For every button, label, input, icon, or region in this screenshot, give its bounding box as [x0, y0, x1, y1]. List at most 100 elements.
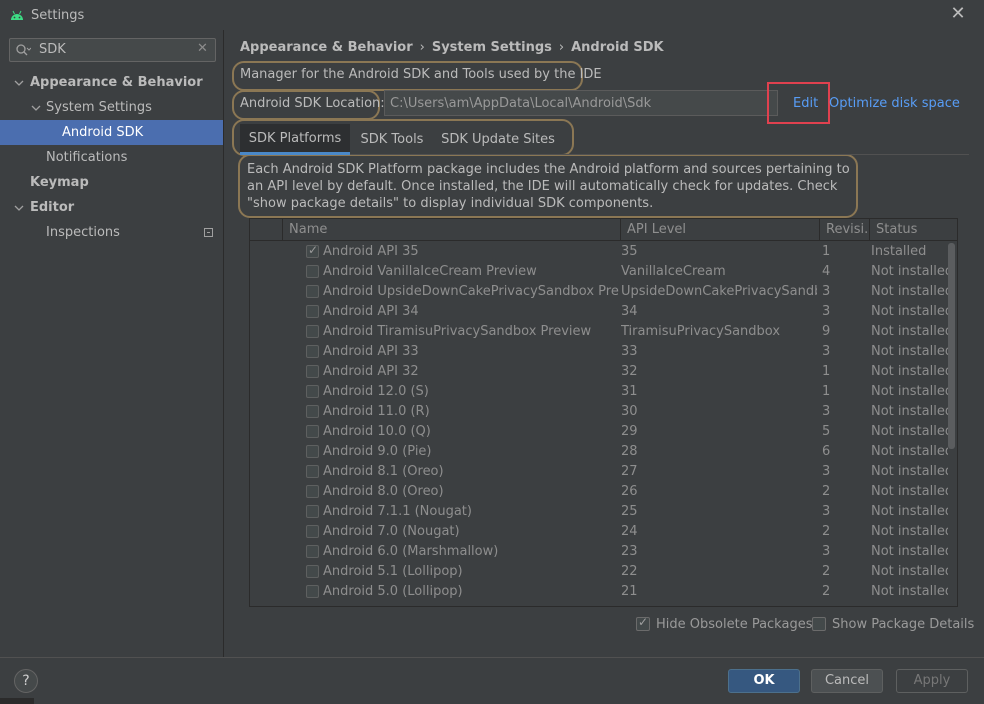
table-row[interactable]: Android 7.0 (Nougat) 24 2 Not installed	[250, 522, 950, 542]
table-row[interactable]: Android 8.0 (Oreo) 26 2 Not installed	[250, 482, 950, 502]
tree-item-system-settings[interactable]: System Settings	[0, 95, 223, 120]
row-checkbox[interactable]	[306, 485, 319, 498]
cell-api-level: 34	[621, 304, 638, 319]
tree-item-android-sdk[interactable]: Android SDK	[0, 120, 223, 145]
table-row[interactable]: Android API 32 32 1 Not installed	[250, 362, 950, 382]
cell-status: Not installed	[871, 284, 949, 299]
row-checkbox[interactable]	[306, 325, 319, 338]
dialog-footer: ? OK Cancel Apply	[0, 657, 984, 704]
cell-revision: 5	[822, 424, 831, 439]
optimize-disk-space-link[interactable]: Optimize disk space	[829, 96, 960, 111]
tree-item-label: Android SDK	[62, 125, 144, 140]
row-checkbox[interactable]	[306, 385, 319, 398]
cell-revision: 2	[822, 564, 831, 579]
table-row[interactable]: Android API 33 33 3 Not installed	[250, 342, 950, 362]
table-row[interactable]: Android 10.0 (Q) 29 5 Not installed	[250, 422, 950, 442]
row-checkbox[interactable]	[306, 405, 319, 418]
tree-item-label: Inspections	[46, 225, 120, 240]
cell-status: Not installed	[871, 404, 949, 419]
table-row[interactable]: Android 5.1 (Lollipop) 22 2 Not installed	[250, 562, 950, 582]
search-field[interactable]: SDK ✕	[9, 38, 216, 62]
table-row[interactable]: Android 8.1 (Oreo) 27 3 Not installed	[250, 462, 950, 482]
cell-name: Android 8.1 (Oreo)	[323, 464, 444, 479]
ok-button[interactable]: OK	[728, 669, 800, 693]
tab-sdk-update-sites[interactable]: SDK Update Sites	[438, 124, 558, 155]
clear-search-icon[interactable]: ✕	[197, 42, 209, 56]
row-checkbox[interactable]	[306, 365, 319, 378]
cell-api-level: 33	[621, 344, 638, 359]
cell-revision: 2	[822, 484, 831, 499]
table-row[interactable]: Android 9.0 (Pie) 28 6 Not installed	[250, 442, 950, 462]
table-row[interactable]: Android API 34 34 3 Not installed	[250, 302, 950, 322]
cell-name: Android 6.0 (Marshmallow)	[323, 544, 499, 559]
row-checkbox[interactable]	[306, 465, 319, 478]
show-package-details-label[interactable]: Show Package Details	[832, 617, 974, 632]
row-checkbox[interactable]	[306, 525, 319, 538]
row-checkbox[interactable]	[306, 285, 319, 298]
chevron-down-icon[interactable]	[31, 103, 41, 113]
table-row[interactable]: Android TiramisuPrivacySandbox Preview Ti…	[250, 322, 950, 342]
cell-status: Not installed	[871, 384, 949, 399]
row-checkbox[interactable]	[306, 545, 319, 558]
tree-item-keymap[interactable]: Keymap	[0, 170, 223, 195]
row-checkbox[interactable]	[306, 243, 319, 258]
cell-name: Android 12.0 (S)	[323, 384, 429, 399]
apply-button[interactable]: Apply	[896, 669, 968, 693]
tab-sdk-tools[interactable]: SDK Tools	[352, 124, 432, 155]
close-icon[interactable]: ✕	[950, 5, 966, 23]
cell-api-level: VanillaIceCream	[621, 264, 726, 279]
row-checkbox[interactable]	[306, 565, 319, 578]
tab-sdk-platforms[interactable]: SDK Platforms	[240, 124, 350, 155]
scrollbar-thumb[interactable]	[948, 243, 955, 449]
tree-item-notifications[interactable]: Notifications	[0, 145, 223, 170]
sdk-location-field[interactable]: C:\Users\am\AppData\Local\Android\Sdk	[384, 90, 778, 116]
cell-revision: 3	[822, 304, 831, 319]
cell-name: Android API 35	[323, 244, 419, 259]
cell-api-level: UpsideDownCakePrivacySandbox	[621, 284, 817, 299]
breadcrumb-item: Appearance & Behavior	[240, 39, 413, 55]
column-header-api-level[interactable]: API Level	[620, 219, 819, 241]
vertical-scrollbar[interactable]	[948, 241, 956, 606]
tree-item-inspections[interactable]: Inspections	[0, 220, 223, 245]
cell-name: Android 5.0 (Lollipop)	[323, 584, 463, 599]
cell-revision: 1	[822, 364, 831, 379]
column-header-name[interactable]: Name	[282, 219, 620, 241]
table-row[interactable]: Android 7.1.1 (Nougat) 25 3 Not installed	[250, 502, 950, 522]
hide-obsolete-label[interactable]: Hide Obsolete Packages	[656, 617, 812, 632]
cell-api-level: 32	[621, 364, 638, 379]
column-header-revision[interactable]: Revisi...	[819, 219, 869, 241]
edit-link[interactable]: Edit	[793, 96, 818, 111]
row-checkbox[interactable]	[306, 265, 319, 278]
row-checkbox[interactable]	[306, 505, 319, 518]
status-corner	[0, 698, 34, 704]
cell-revision: 1	[822, 244, 831, 259]
page-description: Manager for the Android SDK and Tools us…	[240, 67, 602, 82]
table-row[interactable]: Android 5.0 (Lollipop) 21 2 Not installed	[250, 582, 950, 602]
cell-revision: 6	[822, 444, 831, 459]
chevron-down-icon[interactable]	[14, 78, 24, 88]
show-package-details-checkbox[interactable]	[812, 617, 826, 631]
hide-obsolete-checkbox[interactable]	[636, 615, 650, 631]
tree-item-editor[interactable]: Editor	[0, 195, 223, 220]
tree-item-appearance-behavior[interactable]: Appearance & Behavior	[0, 70, 223, 95]
search-input[interactable]: SDK	[39, 42, 66, 57]
table-row[interactable]: Android 12.0 (S) 31 1 Not installed	[250, 382, 950, 402]
row-checkbox[interactable]	[306, 445, 319, 458]
table-row[interactable]: Android 11.0 (R) 30 3 Not installed	[250, 402, 950, 422]
help-button[interactable]: ?	[14, 669, 38, 693]
row-checkbox[interactable]	[306, 425, 319, 438]
row-checkbox[interactable]	[306, 305, 319, 318]
cancel-button[interactable]: Cancel	[811, 669, 883, 693]
table-row[interactable]: Android 6.0 (Marshmallow) 23 3 Not installe…	[250, 542, 950, 562]
table-row[interactable]: Android UpsideDownCakePrivacySandbox Pre…	[250, 282, 950, 302]
row-checkbox[interactable]	[306, 585, 319, 598]
row-checkbox[interactable]	[306, 345, 319, 358]
cell-status: Not installed	[871, 584, 949, 599]
cell-name: Android 7.1.1 (Nougat)	[323, 504, 472, 519]
tree-item-label: Appearance & Behavior	[30, 75, 203, 90]
table-row[interactable]: Android VanillaIceCream Preview VanillaIc…	[250, 262, 950, 282]
chevron-down-icon[interactable]	[14, 203, 24, 213]
column-header-status[interactable]: Status	[869, 219, 949, 241]
table-row[interactable]: Android API 35 35 1 Installed	[250, 242, 950, 262]
cell-api-level: 22	[621, 564, 638, 579]
